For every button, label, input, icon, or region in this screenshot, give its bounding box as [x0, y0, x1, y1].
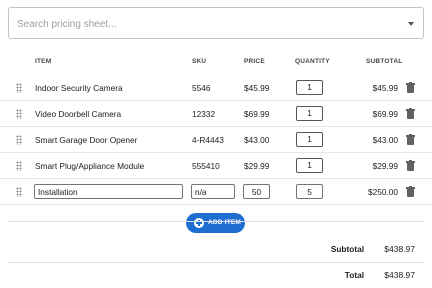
- header-price: PRICE: [244, 58, 265, 65]
- item-sku: 4-R4443: [192, 135, 224, 145]
- edit-row: $250.00: [0, 179, 432, 205]
- delete-icon[interactable]: [406, 82, 415, 93]
- item-sku: 5546: [192, 83, 211, 93]
- total-value: $438.97: [384, 270, 415, 280]
- item-subtotal: $29.99: [372, 161, 398, 171]
- table-row: Smart Plug/Appliance Module 555410 $29.9…: [0, 153, 432, 179]
- dropdown-arrow-icon[interactable]: [408, 22, 414, 26]
- search-field[interactable]: [8, 7, 424, 39]
- subtotal-label: Subtotal: [330, 244, 364, 254]
- table-row: Smart Garage Door Opener 4-R4443 $43.00 …: [0, 127, 432, 153]
- add-item-button[interactable]: ADD ITEM: [186, 213, 245, 233]
- header-quantity: QUANTITY: [295, 58, 330, 65]
- search-input[interactable]: [17, 16, 387, 32]
- total-label: Total: [344, 270, 364, 280]
- item-price: $45.99: [244, 83, 270, 93]
- drag-handle-icon[interactable]: [16, 187, 22, 197]
- item-name-input[interactable]: [34, 184, 183, 199]
- price-input[interactable]: [243, 184, 270, 199]
- drag-handle-icon[interactable]: [16, 83, 22, 93]
- item-subtotal: $45.99: [372, 83, 398, 93]
- drag-handle-icon[interactable]: [16, 161, 22, 171]
- item-name: Indoor Security Camera: [35, 83, 123, 93]
- sku-input[interactable]: [191, 184, 235, 199]
- drag-handle-icon[interactable]: [16, 135, 22, 145]
- item-price: $43.00: [244, 135, 270, 145]
- item-subtotal: $43.00: [372, 135, 398, 145]
- item-sku: 555410: [192, 161, 220, 171]
- item-price: $29.99: [244, 161, 270, 171]
- delete-icon[interactable]: [406, 134, 415, 145]
- item-subtotal: $69.99: [372, 109, 398, 119]
- delete-icon[interactable]: [406, 160, 415, 171]
- item-name: Video Doorbell Camera: [35, 109, 122, 119]
- item-name: Smart Garage Door Opener: [35, 135, 138, 145]
- divider: [8, 221, 424, 222]
- header-item: ITEM: [35, 58, 52, 65]
- divider: [8, 262, 424, 263]
- add-circle-icon: [194, 218, 204, 228]
- delete-icon[interactable]: [406, 186, 415, 197]
- table-row: Video Doorbell Camera 12332 $69.99 1 $69…: [0, 101, 432, 127]
- header-sku: SKU: [192, 58, 207, 65]
- item-subtotal: $250.00: [368, 187, 398, 197]
- table-row: Indoor Security Camera 5546 $45.99 1 $45…: [0, 75, 432, 101]
- header-subtotal: SUBTOTAL: [366, 58, 403, 65]
- subtotal-value: $438.97: [384, 244, 415, 254]
- item-sku: 12332: [192, 109, 216, 119]
- delete-icon[interactable]: [406, 108, 415, 119]
- drag-handle-icon[interactable]: [16, 109, 22, 119]
- item-name: Smart Plug/Appliance Module: [35, 161, 145, 171]
- item-price: $69.99: [244, 109, 270, 119]
